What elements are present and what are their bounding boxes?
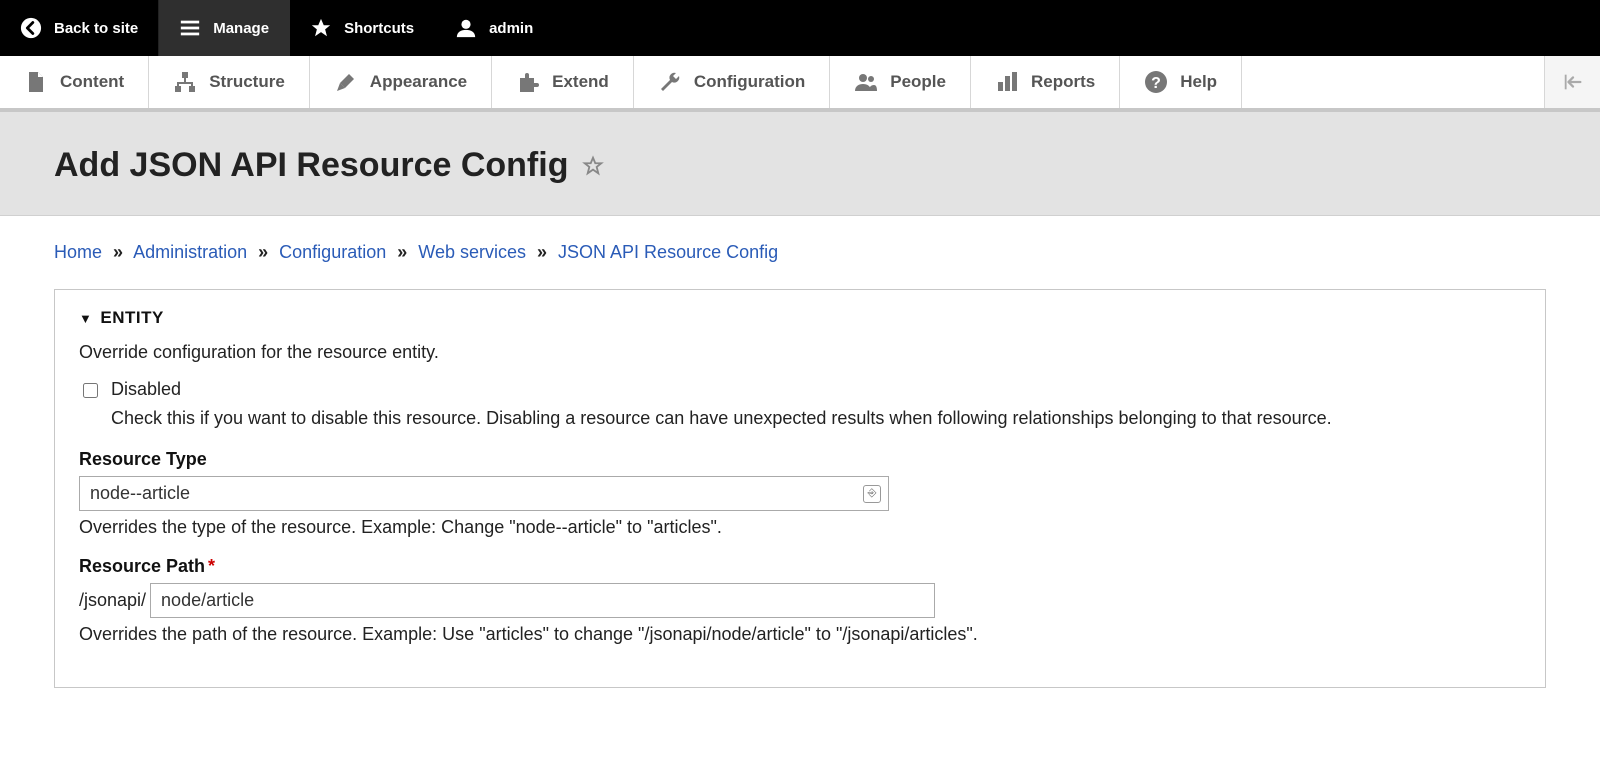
entity-fieldset: ▼ ENTITY Override configuration for the … [54, 289, 1546, 688]
breadcrumb-jsonapi-config[interactable]: JSON API Resource Config [558, 242, 778, 262]
admin-toolbar: Back to site Manage Shortcuts admin [0, 0, 1600, 56]
breadcrumb-home[interactable]: Home [54, 242, 102, 262]
puzzle-icon [516, 70, 540, 94]
hierarchy-icon [173, 70, 197, 94]
admin-menu-structure[interactable]: Structure [149, 56, 310, 108]
wrench-icon [658, 70, 682, 94]
resource-type-label: Resource Type [79, 449, 1521, 470]
breadcrumb-configuration[interactable]: Configuration [279, 242, 386, 262]
resource-path-form-item: Resource Path* /jsonapi/ Overrides the p… [79, 556, 1521, 645]
bar-chart-icon [995, 70, 1019, 94]
manage-button[interactable]: Manage [159, 0, 290, 56]
shortcuts-button[interactable]: Shortcuts [290, 0, 435, 56]
admin-menu-help[interactable]: ? Help [1120, 56, 1242, 108]
breadcrumb-sep: » [252, 242, 274, 262]
admin-menu-people[interactable]: People [830, 56, 971, 108]
disabled-form-item: Disabled Check this if you want to disab… [79, 379, 1521, 431]
disabled-label: Disabled [111, 379, 1332, 400]
toolbar-collapse-button[interactable] [1544, 56, 1600, 108]
breadcrumb-sep: » [531, 242, 553, 262]
page-title: Add JSON API Resource Config [54, 146, 604, 185]
entity-legend: ENTITY [100, 308, 163, 328]
disabled-checkbox[interactable] [83, 383, 98, 398]
admin-menu-people-label: People [890, 72, 946, 92]
shortcuts-label: Shortcuts [344, 20, 414, 37]
resource-path-prefix: /jsonapi/ [79, 590, 146, 611]
resource-type-input[interactable] [79, 476, 889, 511]
star-icon [310, 17, 332, 39]
entity-summary-toggle[interactable]: ▼ ENTITY [79, 308, 164, 328]
page-header: Add JSON API Resource Config [0, 112, 1600, 216]
back-to-site-button[interactable]: Back to site [0, 0, 159, 56]
disabled-help-text: Check this if you want to disable this r… [111, 406, 1332, 431]
resource-path-input[interactable] [150, 583, 935, 618]
disclosure-triangle-icon: ▼ [79, 311, 92, 326]
user-menu-button[interactable]: admin [435, 0, 554, 56]
paintbrush-icon [334, 70, 358, 94]
admin-menu-extend[interactable]: Extend [492, 56, 634, 108]
breadcrumb: Home » Administration » Configuration » … [54, 242, 1546, 263]
admin-menu-content[interactable]: Content [0, 56, 149, 108]
required-indicator: * [208, 556, 215, 576]
breadcrumb-sep: » [107, 242, 129, 262]
chevron-left-circle-icon [20, 17, 42, 39]
resource-path-label: Resource Path* [79, 556, 1521, 577]
admin-menu: Content Structure Appearance Extend Conf… [0, 56, 1600, 112]
svg-text:?: ? [1151, 75, 1161, 92]
resource-path-help-text: Overrides the path of the resource. Exam… [79, 624, 1521, 645]
admin-menu-structure-label: Structure [209, 72, 285, 92]
admin-menu-extend-label: Extend [552, 72, 609, 92]
admin-menu-appearance[interactable]: Appearance [310, 56, 492, 108]
resource-type-form-item: Resource Type ⎆ Overrides the type of th… [79, 449, 1521, 538]
people-icon [854, 70, 878, 94]
document-icon [24, 70, 48, 94]
manage-label: Manage [213, 20, 269, 37]
user-icon [455, 17, 477, 39]
admin-menu-content-label: Content [60, 72, 124, 92]
resource-path-label-text: Resource Path [79, 556, 205, 576]
breadcrumb-web-services[interactable]: Web services [418, 242, 526, 262]
admin-menu-spacer [1242, 56, 1544, 108]
admin-menu-appearance-label: Appearance [370, 72, 467, 92]
hamburger-icon [179, 17, 201, 39]
entity-body: Override configuration for the resource … [79, 328, 1521, 645]
admin-menu-help-label: Help [1180, 72, 1217, 92]
admin-menu-configuration[interactable]: Configuration [634, 56, 830, 108]
admin-menu-configuration-label: Configuration [694, 72, 805, 92]
admin-menu-reports[interactable]: Reports [971, 56, 1120, 108]
breadcrumb-sep: » [391, 242, 413, 262]
breadcrumb-administration[interactable]: Administration [133, 242, 247, 262]
collapse-left-icon [1562, 71, 1584, 93]
entity-description: Override configuration for the resource … [79, 342, 1521, 363]
content-wrap: Home » Administration » Configuration » … [0, 216, 1600, 728]
page-title-text: Add JSON API Resource Config [54, 146, 568, 185]
user-menu-label: admin [489, 20, 533, 37]
help-icon: ? [1144, 70, 1168, 94]
back-to-site-label: Back to site [54, 20, 138, 37]
admin-menu-reports-label: Reports [1031, 72, 1095, 92]
shortcut-star-outline-icon[interactable] [582, 155, 604, 177]
resource-type-help-text: Overrides the type of the resource. Exam… [79, 517, 1521, 538]
